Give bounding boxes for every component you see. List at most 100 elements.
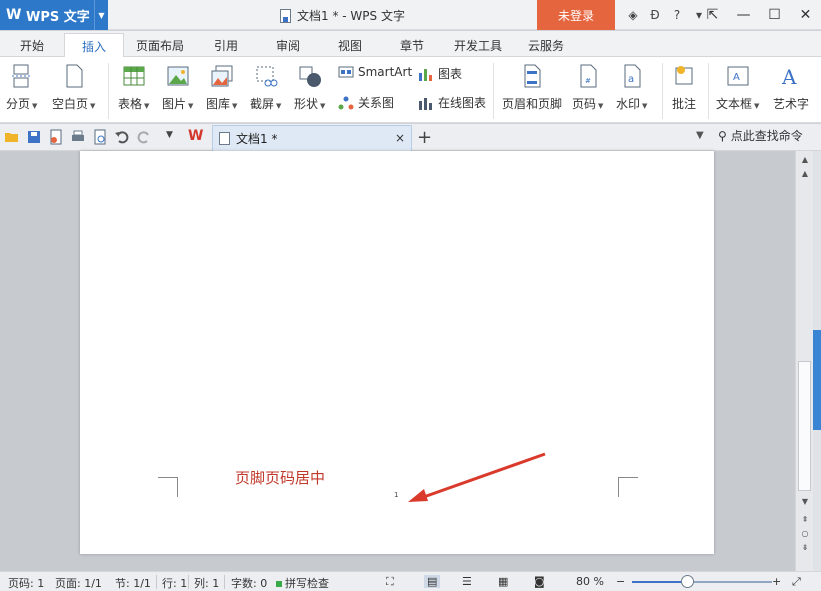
page-number-label: 页码 <box>572 97 597 111</box>
title-bar: W WPS 文字 ▼ 文档1 * - WPS 文字 未登录 ◈ Ð ? ▾ ⇱ … <box>0 0 821 30</box>
svg-text:A: A <box>781 65 797 89</box>
status-divider <box>188 575 189 589</box>
chart-button[interactable]: 图表 <box>418 65 462 82</box>
app-menu-button[interactable]: W WPS 文字 ▼ <box>0 0 108 30</box>
comment-label: 批注 <box>672 97 697 111</box>
scroll-up-icon[interactable]: ▲ <box>796 169 814 178</box>
picture-label: 图片 <box>162 97 187 111</box>
wordart-icon: A <box>781 65 797 89</box>
table-button[interactable]: 表格 ▼ <box>118 57 149 112</box>
maximize-button[interactable]: ☐ <box>759 0 790 30</box>
tab-insert[interactable]: 插入 <box>64 33 124 59</box>
page-view-icon[interactable]: ▤ <box>424 575 441 588</box>
page-break-button[interactable]: 分页 ▼ <box>6 57 37 112</box>
quick-access-dropdown-icon[interactable]: ▼ <box>166 130 173 140</box>
next-page-icon[interactable]: ⇟ <box>796 543 814 552</box>
close-icon[interactable]: × <box>395 131 405 145</box>
scroll-top-icon[interactable]: ▲ <box>796 155 814 164</box>
scroll-down-icon[interactable]: ▼ <box>796 497 814 506</box>
screenshot-label: 截屏 <box>250 97 275 111</box>
header-footer-button[interactable]: 页眉和页脚 <box>502 57 562 112</box>
print-icon[interactable] <box>70 129 86 145</box>
online-chart-label: 在线图表 <box>438 96 487 110</box>
relation-icon <box>338 96 354 109</box>
fullscreen-icon[interactable]: ⛶ <box>386 575 394 589</box>
scissors-icon <box>256 66 278 87</box>
wps-logo-icon: W <box>6 7 22 23</box>
screenshot-button[interactable]: 截屏 ▼ <box>250 57 281 112</box>
wps-home-icon[interactable]: W <box>188 128 203 144</box>
textbox-button[interactable]: A 文本框 ▼ <box>716 57 759 112</box>
redo-icon[interactable] <box>136 129 152 145</box>
prev-page-icon[interactable]: ⇞ <box>796 515 814 524</box>
save-icon[interactable] <box>26 129 42 145</box>
export-pdf-icon[interactable] <box>48 129 64 145</box>
tab-page-layout[interactable]: 页面布局 <box>128 33 192 57</box>
tab-view[interactable]: 视图 <box>324 33 376 57</box>
tab-review[interactable]: 审阅 <box>262 33 314 57</box>
chevron-down-icon[interactable]: ▼ <box>94 0 108 30</box>
relation-chart-button[interactable]: 关系图 <box>338 94 394 111</box>
eye-protection-icon[interactable]: ◙ <box>534 575 545 588</box>
skin-icon[interactable]: ◈ <box>622 8 644 22</box>
wordart-button[interactable]: A 艺术字 <box>773 57 809 112</box>
blank-page-button[interactable]: 空白页 ▼ <box>52 57 95 112</box>
close-button[interactable]: ✕ <box>790 0 821 30</box>
red-arrow-annotation <box>408 452 546 502</box>
zoom-slider-knob[interactable] <box>681 575 694 588</box>
textbox-label: 文本框 <box>716 97 753 111</box>
ribbon-divider <box>708 63 709 119</box>
zoom-in-icon[interactable]: + <box>772 575 781 588</box>
new-tab-icon[interactable]: + <box>417 127 432 148</box>
feedback-icon[interactable]: Ð <box>644 8 666 22</box>
select-browse-icon[interactable]: ○ <box>796 529 814 538</box>
spell-check-icon <box>276 581 282 587</box>
zoom-slider-fill <box>632 581 688 583</box>
tab-home[interactable]: 开始 <box>8 33 56 57</box>
relation-label: 关系图 <box>358 96 395 110</box>
spell-check-toggle[interactable]: 拼写检查 <box>276 575 329 591</box>
shapes-label: 形状 <box>294 97 319 111</box>
restore-ribbon-icon[interactable]: ⇱ <box>697 0 728 30</box>
tab-developer[interactable]: 开发工具 <box>446 33 510 57</box>
ribbon-divider <box>493 63 494 119</box>
command-search[interactable]: ⚲ 点此查找命令 <box>718 127 803 144</box>
tab-references[interactable]: 引用 <box>200 33 252 57</box>
zoom-level[interactable]: 80 % <box>576 575 604 588</box>
undo-icon[interactable] <box>114 129 130 145</box>
command-search-label: 点此查找命令 <box>730 129 803 143</box>
web-view-icon[interactable]: ▦ <box>498 575 508 588</box>
bar-chart-icon <box>419 68 432 81</box>
fit-page-icon[interactable]: ⤢ <box>792 575 801 589</box>
vertical-scrollbar[interactable]: ▲ ▲ ▼ ⇞ ○ ⇟ <box>795 151 813 571</box>
print-preview-icon[interactable] <box>92 129 108 145</box>
tab-document[interactable]: 文档1 * × <box>212 125 412 151</box>
document-icon <box>280 8 291 23</box>
footer-page-number[interactable]: 1 <box>394 491 398 499</box>
page-number-button[interactable]: # 页码 ▼ <box>572 57 603 112</box>
document-workspace: 页脚页码居中 1 <box>0 151 795 571</box>
login-button[interactable]: 未登录 <box>537 0 615 30</box>
outline-view-icon[interactable]: ☰ <box>462 575 472 588</box>
tab-cloud[interactable]: 云服务 <box>518 33 574 57</box>
gallery-button[interactable]: 图库 ▼ <box>206 57 237 112</box>
tab-section[interactable]: 章节 <box>386 33 438 57</box>
comment-button[interactable]: 批注 <box>672 57 696 112</box>
help-icon[interactable]: ? <box>666 8 688 22</box>
spell-check-label: 拼写检查 <box>285 577 329 590</box>
shapes-button[interactable]: 形状 ▼ <box>294 57 325 112</box>
smartart-button[interactable]: SmartArt <box>338 65 412 79</box>
document-page[interactable]: 页脚页码居中 1 <box>80 151 714 554</box>
open-folder-icon[interactable] <box>4 129 20 145</box>
online-chart-button[interactable]: 在线图表 <box>418 94 486 111</box>
zoom-out-icon[interactable]: − <box>616 575 625 588</box>
scroll-thumb[interactable] <box>798 361 811 491</box>
status-page: 页码: 1 <box>8 577 45 590</box>
watermark-button[interactable]: a 水印 ▼ <box>616 57 647 112</box>
task-pane-toggle[interactable] <box>813 330 821 430</box>
toolbar-toggle-icon[interactable]: ▼ <box>696 130 704 141</box>
shapes-icon <box>299 66 321 87</box>
picture-button[interactable]: 图片 ▼ <box>162 57 193 112</box>
minimize-button[interactable]: — <box>728 0 759 30</box>
textbox-icon: A <box>727 66 749 86</box>
